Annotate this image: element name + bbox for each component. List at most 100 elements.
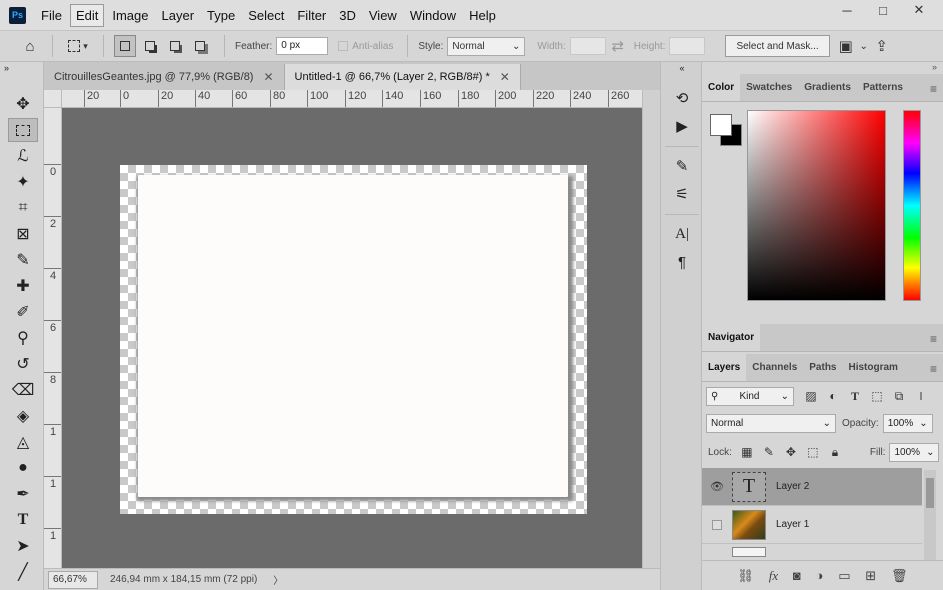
hue-slider[interactable] (903, 110, 921, 301)
close-icon[interactable]: ✕ (500, 70, 510, 84)
panel-menu-icon[interactable]: ≡ (930, 332, 937, 346)
brush-settings-icon[interactable]: ✎ (669, 154, 695, 178)
new-group-icon[interactable]: ▭ (838, 568, 850, 584)
new-layer-icon[interactable]: ⊞ (865, 568, 876, 584)
filter-toggle-icon[interactable]: ⏽ (910, 386, 932, 406)
healing-icon[interactable]: ✚ (8, 274, 38, 298)
anti-alias-checkbox[interactable] (338, 41, 349, 51)
paragraph-icon[interactable]: ¶ (669, 250, 695, 274)
share-icon[interactable]: ⇪ (870, 35, 894, 57)
lock-artboard-icon[interactable]: ⬚ (802, 442, 824, 462)
subtract-selection-icon[interactable] (164, 35, 186, 57)
panel-menu-icon[interactable]: ≡ (930, 82, 937, 96)
filter-pixel-icon[interactable]: ▨ (800, 386, 822, 406)
lock-all-icon[interactable]: 🔒︎ (824, 442, 846, 462)
select-and-mask-button[interactable]: Select and Mask... (725, 35, 830, 57)
tab-patterns[interactable]: Patterns (857, 74, 909, 101)
new-selection-icon[interactable] (114, 35, 136, 57)
menu-edit[interactable]: Edit (69, 3, 105, 27)
marquee-icon[interactable] (8, 118, 38, 142)
fill-input[interactable]: 100% ⌄ (889, 442, 940, 462)
menu-filter[interactable]: Filter (292, 5, 331, 26)
menu-window[interactable]: Window (405, 5, 461, 26)
tab-untitled-1[interactable]: Untitled-1 @ 66,7% (Layer 2, RGB/8#) * ✕ (284, 64, 521, 90)
add-mask-icon[interactable]: ◙ (793, 568, 801, 583)
feather-input[interactable]: 0 px (276, 37, 329, 55)
tab-gradients[interactable]: Gradients (798, 74, 857, 101)
tab-layers[interactable]: Layers (702, 354, 747, 381)
workspace-icon[interactable]: ▣ (834, 35, 858, 57)
frame-icon[interactable]: ⊠ (8, 222, 38, 246)
filter-adjustment-icon[interactable]: ◐ (822, 386, 844, 406)
path-select-icon[interactable]: ➤ (8, 534, 38, 558)
menu-image[interactable]: Image (107, 5, 153, 26)
intersect-selection-icon[interactable] (189, 35, 211, 57)
scroll-thumb[interactable] (926, 478, 934, 508)
type-icon[interactable]: T (8, 508, 38, 532)
character-icon[interactable]: A| (669, 222, 695, 246)
menu-view[interactable]: View (364, 5, 402, 26)
layers-scrollbar[interactable] (924, 470, 936, 560)
lock-position-icon[interactable]: ✥ (780, 442, 802, 462)
blend-mode-select[interactable]: Normal ⌄ (706, 414, 836, 433)
brush-icon[interactable]: ✐ (8, 300, 38, 324)
visibility-eye-icon[interactable]: 👁︎ (702, 480, 732, 493)
horizontal-ruler[interactable]: 20 0 20 40 60 80 100 120 140 160 180 200… (62, 90, 660, 108)
home-icon[interactable]: ⌂ (18, 35, 42, 57)
eraser-icon[interactable]: ⌫ (8, 378, 38, 402)
tab-channels[interactable]: Channels (746, 354, 803, 381)
visibility-toggle[interactable] (702, 519, 732, 530)
actions-play-icon[interactable]: ▶ (669, 114, 695, 138)
menu-select[interactable]: Select (243, 5, 289, 26)
width-input[interactable] (569, 37, 606, 55)
document-canvas[interactable] (120, 165, 587, 514)
canvas-workspace[interactable] (62, 108, 642, 568)
layer-row-layer-1[interactable]: Layer 1 (702, 506, 922, 544)
style-select[interactable]: Normal ⌄ (447, 36, 526, 56)
menu-type[interactable]: Type (202, 5, 240, 26)
minimize-button[interactable]: ─ (831, 0, 863, 20)
vertical-ruler[interactable]: 0 2 4 6 8 1 1 1 (44, 108, 62, 568)
collapse-icon[interactable]: « (669, 62, 695, 74)
delete-layer-icon[interactable]: 🗑︎ (891, 568, 908, 584)
filter-shape-icon[interactable]: ⬚ (866, 386, 888, 406)
brushes-icon[interactable]: ⚟ (669, 182, 695, 206)
paint-bucket-icon[interactable]: ◈ (8, 404, 38, 428)
workspace-chevron-icon[interactable]: ⌄ (858, 35, 870, 57)
close-icon[interactable]: ✕ (263, 70, 273, 84)
zoom-field[interactable]: 66,67% (48, 570, 98, 589)
adjustment-layer-icon[interactable]: ◑ (816, 568, 824, 583)
tab-citrouilles[interactable]: CitrouillesGeantes.jpg @ 77,9% (RGB/8) ✕ (44, 64, 285, 90)
tab-paths[interactable]: Paths (803, 354, 842, 381)
menu-file[interactable]: File (36, 5, 67, 26)
canvas-vertical-scrollbar[interactable] (642, 90, 660, 568)
layer-style-icon[interactable]: fx (769, 568, 778, 584)
tab-color[interactable]: Color (702, 74, 741, 101)
link-layers-icon[interactable]: ⛓︎ (737, 568, 754, 584)
height-input[interactable] (669, 37, 706, 55)
layer-name[interactable]: Layer 2 (776, 481, 809, 492)
collapse-icon[interactable]: » (4, 62, 34, 74)
history-brush-icon[interactable]: ↺ (8, 352, 38, 376)
move-icon[interactable]: ✥ (8, 92, 38, 116)
menu-layer[interactable]: Layer (157, 5, 200, 26)
tab-navigator[interactable]: Navigator (702, 324, 761, 351)
line-icon[interactable]: ╱ (8, 560, 38, 584)
close-button[interactable]: ✕ (903, 0, 935, 20)
eyedropper-icon[interactable]: ✎ (8, 248, 38, 272)
lasso-icon[interactable]: ℒ (8, 144, 38, 168)
pen-icon[interactable]: ✒ (8, 482, 38, 506)
status-menu-arrow-icon[interactable]: 〉 (273, 572, 283, 587)
lock-image-icon[interactable]: ✎ (758, 442, 780, 462)
crop-icon[interactable]: ⌗ (8, 196, 38, 220)
add-selection-icon[interactable] (139, 35, 161, 57)
dodge-icon[interactable]: ● (8, 456, 38, 480)
panel-menu-icon[interactable]: ≡ (930, 362, 937, 376)
restore-button[interactable]: □ (867, 0, 899, 20)
filter-smart-object-icon[interactable]: ⧉ (888, 386, 910, 406)
tab-swatches[interactable]: Swatches (740, 74, 798, 101)
color-picker-field[interactable] (747, 110, 886, 301)
swap-icon[interactable]: ⇄ (606, 35, 630, 57)
lock-transparent-icon[interactable]: ▦ (736, 442, 758, 462)
magic-wand-icon[interactable]: ✦ (8, 170, 38, 194)
